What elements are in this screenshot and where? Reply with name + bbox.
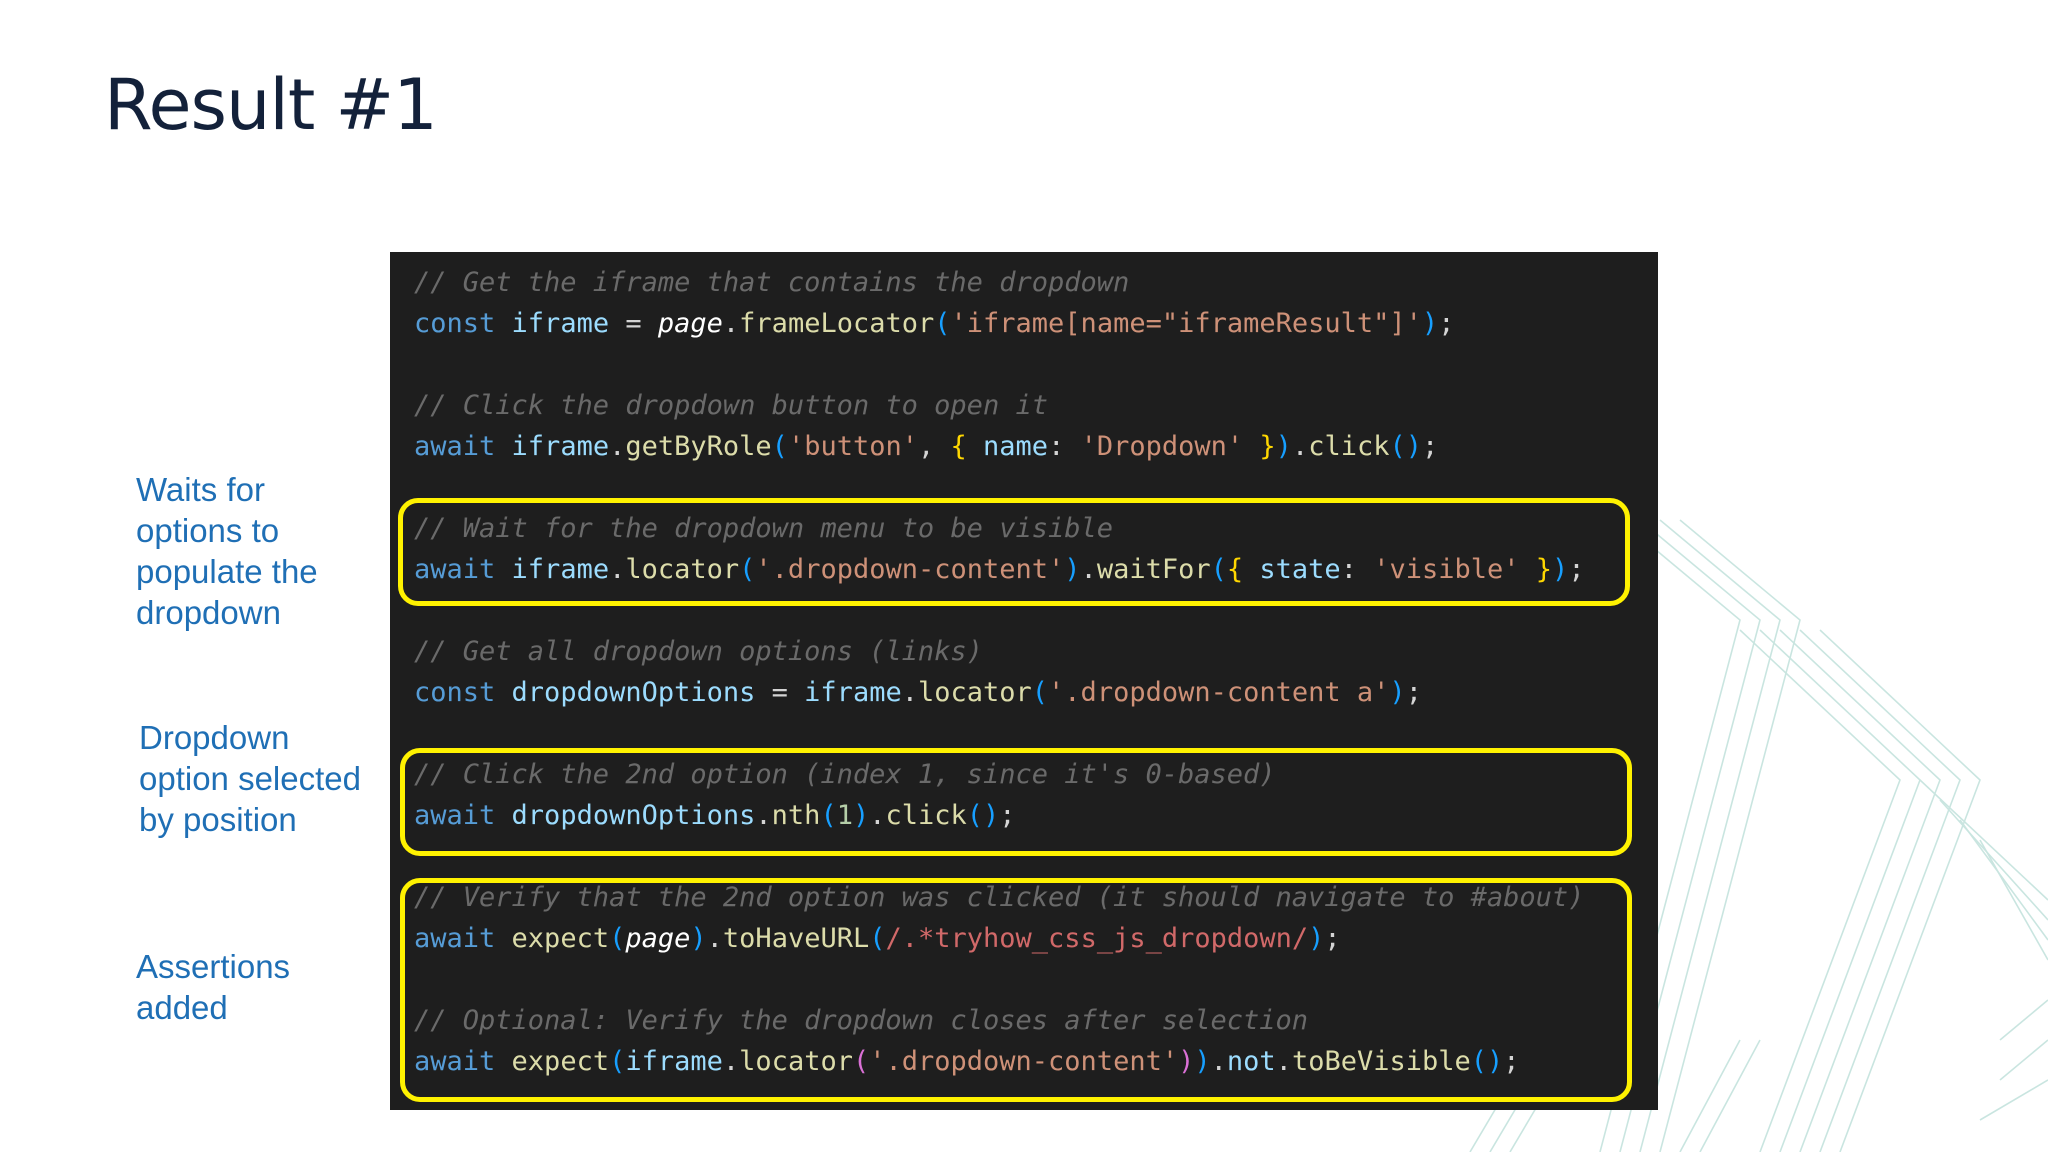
code-token: 'button' [787,431,918,462]
code-token: ) [1275,431,1292,462]
code-token: , [917,431,951,462]
code-token: iframe [804,677,902,708]
code-token: } [1259,431,1276,462]
code-token: ( [771,431,788,462]
code-token: page [657,308,723,339]
highlight-assertions [400,878,1632,1102]
highlight-click-second-option [400,748,1632,856]
code-line: await iframe.getByRole('button', { name:… [414,429,1438,465]
code-line: // Get the iframe that contains the drop… [414,265,1129,301]
code-token: ; [1405,677,1422,708]
code-token: const [414,308,496,339]
code-line: const iframe = page.frameLocator('iframe… [414,306,1454,342]
code-token: // Click the dropdown button to open it [414,390,1048,421]
code-token: = [609,308,658,339]
code-line: const dropdownOptions = iframe.locator('… [414,675,1422,711]
code-line: // Click the dropdown button to open it [414,388,1048,424]
code-token: () [1389,431,1422,462]
annotation-wait-for-options: Waits for options to populate the dropdo… [136,471,318,631]
slide-title: Result #1 [104,64,438,146]
code-token: . [1291,431,1309,462]
code-token: frameLocator [739,308,935,339]
code-screenshot: // Get the iframe that contains the drop… [390,252,1658,1110]
code-token: . [722,308,740,339]
code-token: ( [1031,677,1049,708]
code-token: click [1308,431,1390,462]
code-token: const [414,677,496,708]
code-token: ( [934,308,951,339]
code-token: // Get all dropdown options (links) [414,636,983,667]
code-token: name [983,431,1049,462]
code-token: ) [1389,677,1406,708]
code-token: . [609,431,626,462]
code-token: // Get the iframe that contains the drop… [414,267,1130,298]
highlight-wait-for-visible [398,498,1630,606]
code-token: ) [1421,308,1439,339]
code-token: locator [917,677,1032,708]
code-line: // Get all dropdown options (links) [414,634,983,670]
code-token: 'iframe[name="iframeResult"]' [950,308,1422,339]
code-token: iframe [511,431,610,462]
annotation-option-by-position: Dropdown option selected by position [139,719,361,838]
code-token: { [950,431,967,462]
code-token: : [1048,431,1081,462]
code-token: 'Dropdown' [1080,431,1244,462]
code-token: = [755,677,805,708]
code-token: . [901,677,918,708]
code-token: ; [1422,431,1439,462]
code-token: getByRole [625,431,772,462]
code-token: iframe [511,308,610,339]
code-token: await [414,431,496,462]
code-token: '.dropdown-content a' [1048,677,1390,708]
code-token: dropdownOptions [511,677,756,708]
annotation-assertions-added: Assertions added [136,948,291,1026]
code-token: ; [1438,308,1455,339]
